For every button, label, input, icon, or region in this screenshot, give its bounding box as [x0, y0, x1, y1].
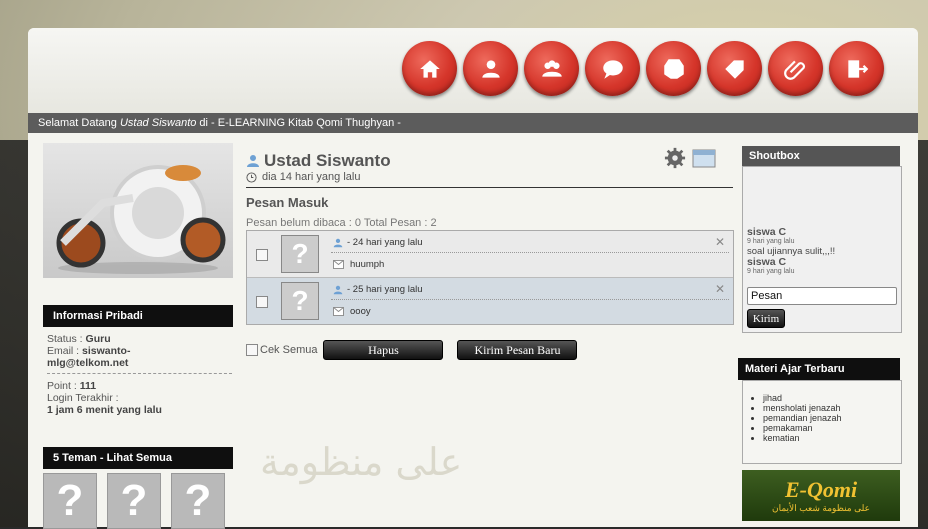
inbox-counts: Pesan belum dibaca : 0 Total Pesan : 2: [246, 217, 437, 229]
background-watermark: على منظومة: [260, 440, 463, 484]
shout-time: 9 hari yang lalu: [747, 268, 795, 275]
settings-gear-icon[interactable]: [664, 147, 686, 169]
nav-material-button[interactable]: [646, 41, 701, 96]
profile-name: Ustad Siswanto: [246, 151, 391, 171]
welcome-bar: Selamat Datang Ustad Siswanto di - E-LEA…: [28, 113, 918, 133]
envelope-icon: [333, 307, 344, 316]
materi-list: jihad mensholati jenazah pemandian jenaz…: [742, 380, 902, 464]
message-checkbox[interactable]: [256, 249, 268, 261]
message-sender: - 25 hari yang lalu: [333, 284, 728, 295]
nav-users-button[interactable]: [463, 41, 518, 96]
materi-item[interactable]: kematian: [763, 433, 901, 443]
user-icon: [247, 155, 259, 167]
info-pribadi: Status : Guru Email : siswanto- mlg@telk…: [47, 333, 232, 416]
materi-heading: Materi Ajar Terbaru: [738, 358, 900, 380]
nav-logout-button[interactable]: [829, 41, 884, 96]
logout-icon: [847, 59, 868, 78]
message-list: ? - 24 hari yang lalu ✕ huumph ? - 25 ha…: [246, 230, 734, 325]
message-row[interactable]: ? - 24 hari yang lalu ✕ huumph: [247, 231, 733, 278]
shout-send-button[interactable]: Kirim: [747, 309, 785, 328]
nav-group-button[interactable]: [524, 41, 579, 96]
friend-avatar[interactable]: ?: [171, 473, 225, 529]
nav-home-button[interactable]: [402, 41, 457, 96]
message-checkbox[interactable]: [256, 296, 268, 308]
delete-message-icon[interactable]: ✕: [715, 282, 725, 296]
user-icon: [333, 238, 343, 247]
welcome-text: Selamat Datang Ustad Siswanto di - E-LEA…: [38, 117, 401, 129]
user-icon: [333, 285, 343, 294]
material-icon: [663, 58, 684, 79]
materi-item[interactable]: pemandian jenazah: [763, 413, 901, 423]
profile-actions: [664, 147, 716, 169]
friend-avatar[interactable]: ?: [107, 473, 161, 529]
sender-avatar: ?: [281, 282, 319, 320]
inbox-title: Pesan Masuk: [246, 195, 329, 210]
message-body: oooy: [333, 306, 371, 317]
clock-icon: [246, 171, 257, 183]
group-icon: [541, 59, 562, 77]
attachment-icon: [783, 60, 805, 80]
last-seen: dia 14 hari yang lalu: [246, 171, 360, 183]
friends-heading[interactable]: 5 Teman - Lihat Semua: [43, 447, 233, 469]
materi-item[interactable]: mensholati jenazah: [763, 403, 901, 413]
materi-item[interactable]: pemakaman: [763, 423, 901, 433]
chat-icon: [602, 59, 623, 79]
shoutbox-heading: Shoutbox: [742, 146, 900, 166]
message-sender: - 24 hari yang lalu: [333, 237, 728, 248]
new-message-button[interactable]: Kirim Pesan Baru: [457, 340, 578, 360]
main-nav: [402, 41, 884, 96]
sender-avatar: ?: [281, 235, 319, 273]
envelope-icon: [333, 260, 344, 269]
shout-author: siswa C: [747, 256, 787, 268]
profile-photo: [43, 143, 233, 278]
info-pribadi-heading: Informasi Pribadi: [43, 305, 233, 327]
friends-list: ? ? ?: [43, 473, 225, 529]
message-row[interactable]: ? - 25 hari yang lalu ✕ oooy: [247, 278, 733, 324]
nav-chat-button[interactable]: [585, 41, 640, 96]
contact-card-icon[interactable]: [692, 147, 716, 169]
shoutbox: siswa C 9 hari yang lalu soal ujiannya s…: [742, 166, 902, 333]
delete-button[interactable]: Hapus: [323, 340, 444, 360]
shout-author: siswa C: [747, 226, 787, 238]
materi-item[interactable]: jihad: [763, 393, 901, 403]
friend-avatar[interactable]: ?: [43, 473, 97, 529]
message-actions: Cek Semua Hapus Kirim Pesan Baru: [246, 340, 578, 360]
check-all-checkbox[interactable]: [246, 344, 258, 356]
eqomi-logo: E-Qomi على منظومة شعب الأيمان: [742, 470, 900, 521]
message-divider: [331, 299, 729, 300]
shout-input[interactable]: Pesan: [747, 287, 897, 305]
home-icon: [419, 59, 440, 78]
check-all[interactable]: Cek Semua: [246, 344, 317, 356]
message-body: huumph: [333, 259, 384, 270]
message-divider: [331, 252, 729, 253]
nav-attachment-button[interactable]: [768, 41, 823, 96]
tag-icon: [724, 59, 744, 79]
shoutbox-messages: siswa C 9 hari yang lalu soal ujiannya s…: [747, 227, 835, 277]
nav-tag-button[interactable]: [707, 41, 762, 96]
users-icon: [481, 59, 500, 78]
divider: [246, 187, 733, 188]
delete-message-icon[interactable]: ✕: [715, 235, 725, 249]
